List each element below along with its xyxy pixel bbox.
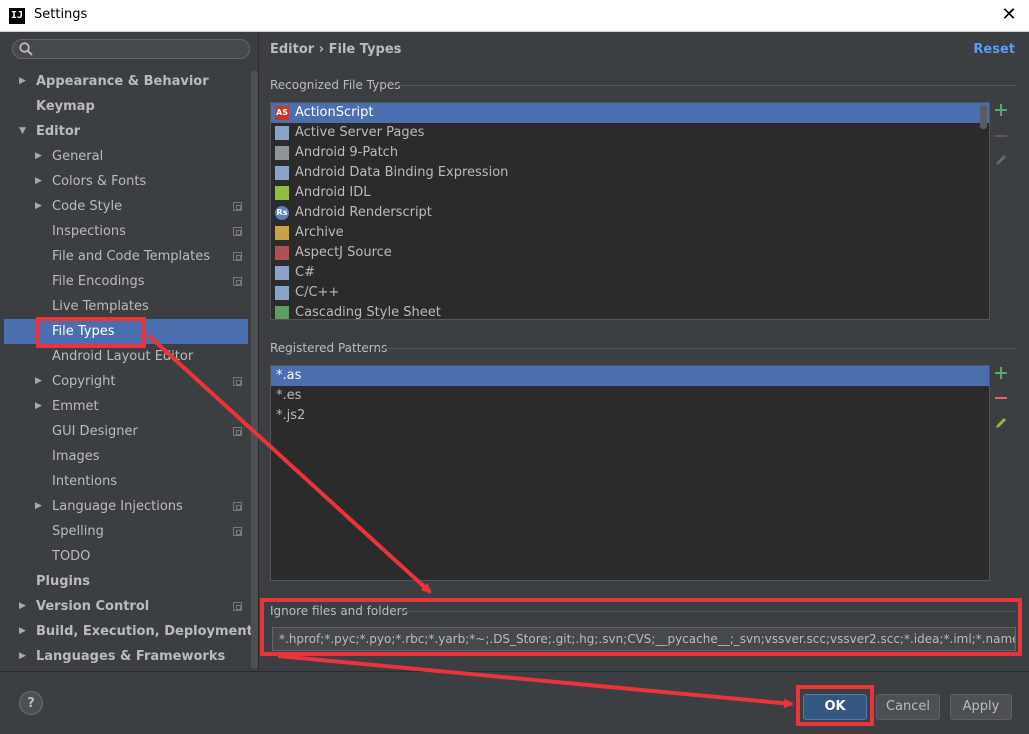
arrow-to-ignore-field xyxy=(146,333,432,594)
annotation-arrows xyxy=(146,333,794,709)
arrow-to-ok-button xyxy=(277,654,794,709)
